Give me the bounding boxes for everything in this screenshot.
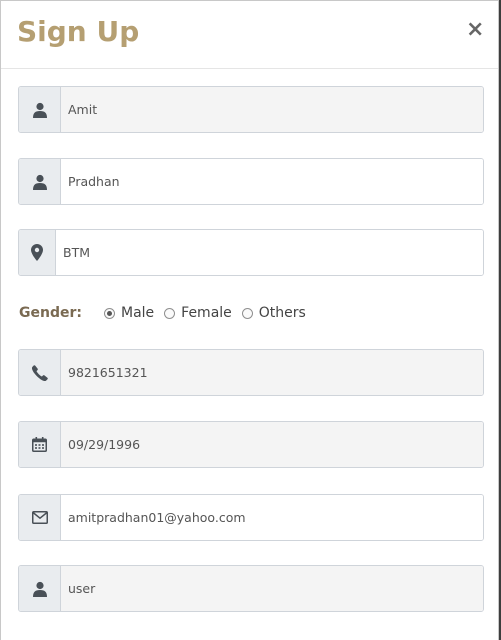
user-icon — [19, 566, 61, 611]
envelope-icon — [19, 495, 61, 540]
phone-icon — [19, 350, 61, 395]
phone-field — [18, 349, 484, 396]
address-field — [18, 229, 484, 276]
signup-modal: Sign Up × Gender: Male Female — [0, 0, 499, 640]
username-input[interactable] — [61, 566, 483, 611]
gender-radio-male[interactable]: Male — [103, 305, 155, 321]
last-name-field — [18, 158, 484, 205]
user-icon — [19, 159, 61, 204]
dob-field — [18, 421, 484, 468]
radio-female-label: Female — [181, 305, 232, 321]
phone-input[interactable] — [61, 350, 483, 395]
gender-group: Gender: Male Female Others — [19, 302, 316, 324]
radio-male-circle[interactable] — [103, 307, 115, 319]
modal-title: Sign Up — [17, 15, 140, 48]
email-input[interactable] — [61, 495, 483, 540]
radio-others-circle[interactable] — [241, 307, 253, 319]
close-button[interactable]: × — [466, 18, 484, 42]
radio-female-circle[interactable] — [164, 307, 176, 319]
map-marker-icon — [19, 230, 56, 275]
radio-male-label: Male — [120, 305, 155, 321]
modal-header: Sign Up × — [1, 1, 498, 69]
gender-radio-female[interactable]: Female — [164, 305, 232, 321]
radio-others-label: Others — [258, 305, 306, 321]
gender-label: Gender: — [19, 305, 82, 321]
email-field — [18, 494, 484, 541]
last-name-input[interactable] — [61, 159, 483, 204]
first-name-field — [18, 86, 484, 133]
first-name-input[interactable] — [61, 87, 483, 132]
username-field — [18, 565, 484, 612]
gender-radio-others[interactable]: Others — [241, 305, 306, 321]
user-icon — [19, 87, 61, 132]
address-input[interactable] — [56, 230, 483, 275]
dob-input[interactable] — [61, 422, 483, 467]
calendar-icon — [19, 422, 61, 467]
